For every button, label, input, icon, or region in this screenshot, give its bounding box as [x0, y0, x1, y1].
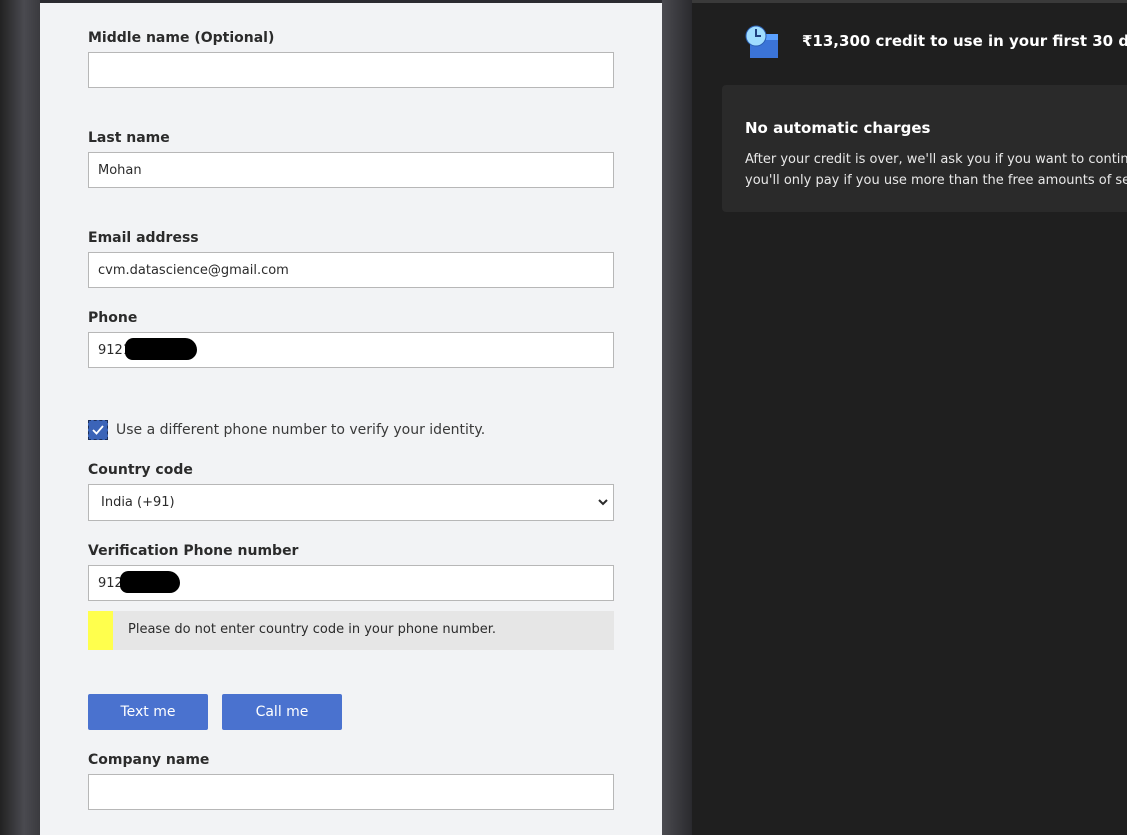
warning-accent-bar: [88, 611, 113, 650]
middle-name-input[interactable]: [88, 52, 614, 88]
signup-page: Middle name (Optional) Last name Email a…: [0, 0, 1127, 835]
phone-redaction: [125, 338, 197, 360]
calendar-clock-icon: [745, 25, 778, 58]
email-input[interactable]: [88, 252, 614, 288]
no-charges-card: No automatic charges After your credit i…: [722, 85, 1127, 212]
country-code-label: Country code: [88, 462, 193, 478]
country-code-value: India (+91): [101, 495, 175, 510]
middle-name-label: Middle name (Optional): [88, 30, 275, 46]
checkmark-icon: [92, 425, 104, 435]
no-charges-title: No automatic charges: [745, 119, 931, 137]
no-charges-line-1: After your credit is over, we'll ask you…: [745, 152, 1127, 167]
no-charges-body: After your credit is over, we'll ask you…: [745, 149, 1127, 191]
text-me-button[interactable]: Text me: [88, 694, 208, 730]
last-name-input[interactable]: [88, 152, 614, 188]
credit-text: ₹13,300 credit to use in your first 30 d…: [802, 32, 1127, 50]
country-code-select[interactable]: India (+91): [88, 484, 614, 521]
phone-label: Phone: [88, 310, 138, 326]
verification-phone-redaction: [120, 571, 180, 593]
chevron-down-icon: [598, 499, 608, 506]
different-phone-label: Use a different phone number to verify y…: [116, 422, 486, 438]
signup-form-panel: Middle name (Optional) Last name Email a…: [40, 3, 662, 835]
email-label: Email address: [88, 230, 199, 246]
country-code-warning: Please do not enter country code in your…: [88, 611, 614, 650]
last-name-label: Last name: [88, 130, 170, 146]
warning-message: Please do not enter country code in your…: [128, 622, 497, 637]
verification-phone-label: Verification Phone number: [88, 543, 299, 559]
call-me-button[interactable]: Call me: [222, 694, 342, 730]
company-name-label: Company name: [88, 752, 210, 768]
company-name-input[interactable]: [88, 774, 614, 810]
no-charges-line-2: you'll only pay if you use more than the…: [745, 173, 1127, 188]
different-phone-checkbox[interactable]: [88, 420, 108, 440]
offer-sidebar: ₹13,300 credit to use in your first 30 d…: [692, 3, 1127, 835]
